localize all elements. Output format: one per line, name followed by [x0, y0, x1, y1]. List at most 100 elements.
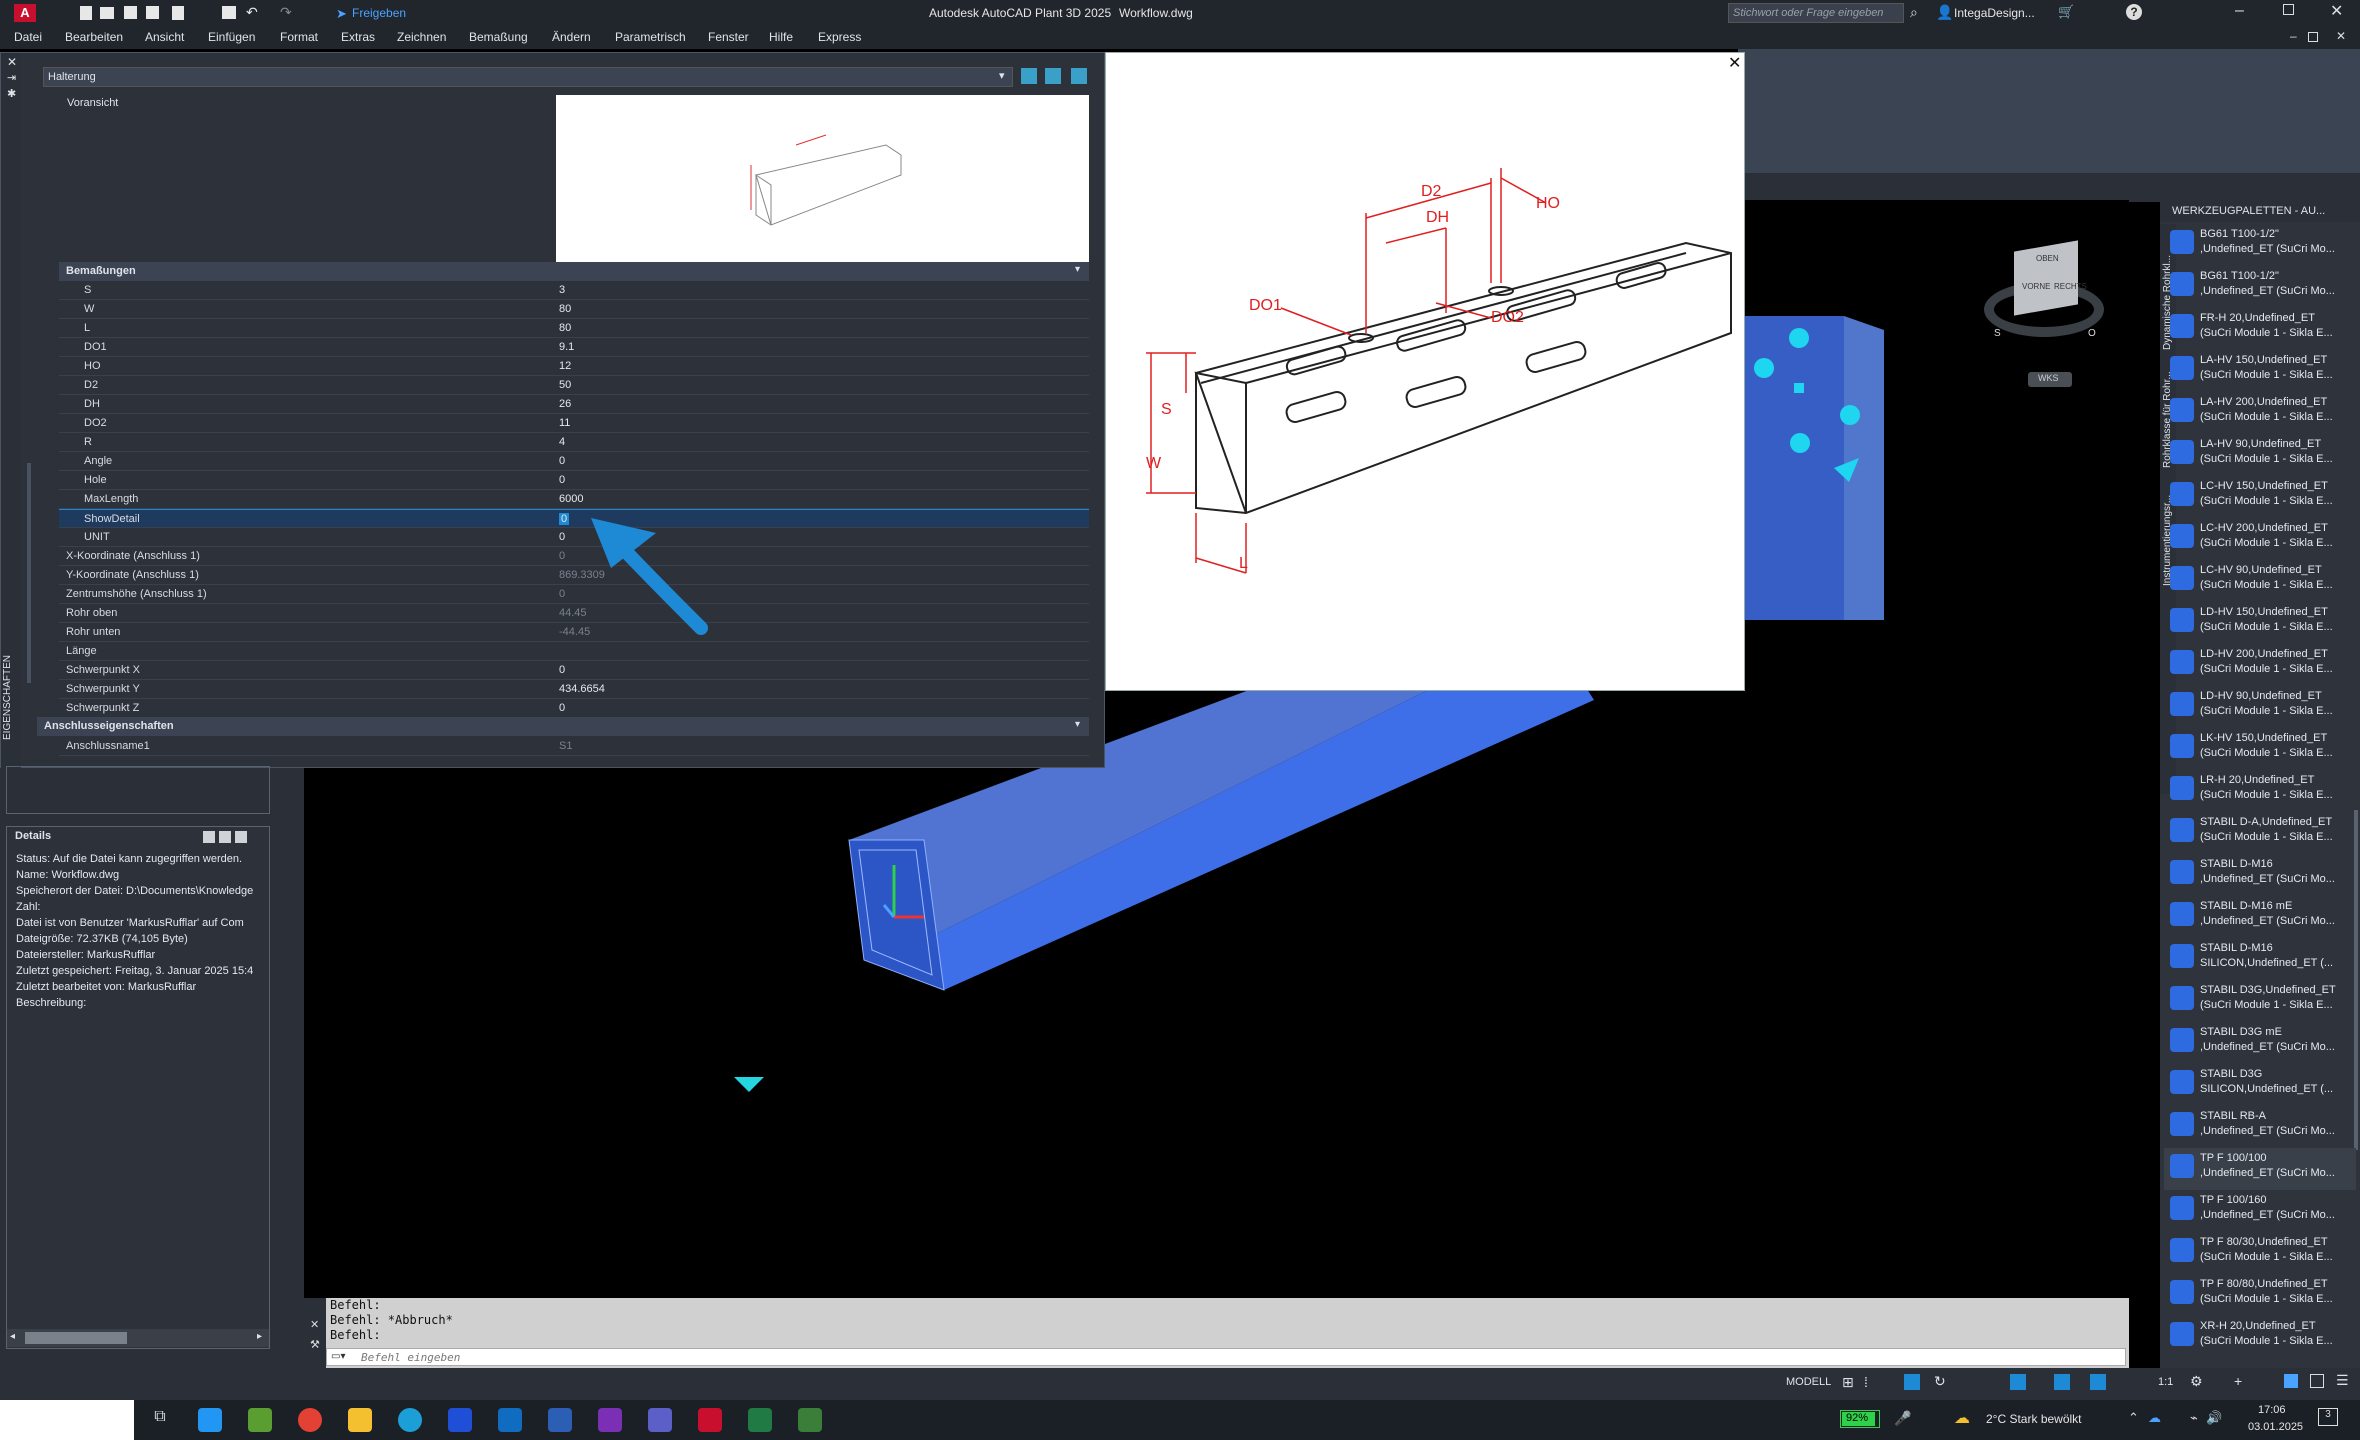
prop-value[interactable]: 9.1: [559, 341, 574, 353]
maximize-icon[interactable]: [2283, 4, 2294, 15]
palette-item[interactable]: STABIL RB-A ,Undefined_ET (SuCri Mo...: [2164, 1106, 2356, 1148]
app-logo[interactable]: A: [14, 4, 36, 22]
open-file-icon[interactable]: [100, 7, 114, 19]
palette-item[interactable]: FR-H 20,Undefined_ET (SuCri Module 1 - Si…: [2164, 308, 2356, 350]
prop-row-ho[interactable]: HO 12: [59, 357, 1089, 376]
object-selector[interactable]: Halterung ▾: [43, 67, 1013, 87]
prop-value[interactable]: 0: [559, 664, 565, 676]
taskbar-search-box[interactable]: [0, 1400, 134, 1440]
scroll-left-icon[interactable]: ◂: [10, 1331, 15, 1342]
palette-item[interactable]: LA-HV 200,Undefined_ET (SuCri Module 1 - …: [2164, 392, 2356, 434]
model-space-button[interactable]: MODELL: [1786, 1376, 1831, 1388]
tray-chevron-icon[interactable]: ⌃: [2128, 1410, 2139, 1426]
share-icon[interactable]: ➤: [336, 6, 347, 22]
prop-value[interactable]: 0: [559, 702, 565, 714]
snap-icon[interactable]: ⁞: [1864, 1374, 1868, 1390]
prop-value[interactable]: 0: [559, 455, 565, 467]
lineweight-icon[interactable]: [2054, 1374, 2070, 1390]
prop-value[interactable]: 434.6654: [559, 683, 605, 695]
palette-item[interactable]: TP F 100/100 ,Undefined_ET (SuCri Mo...: [2164, 1148, 2356, 1190]
explorer-icon[interactable]: [348, 1408, 372, 1432]
select-objects-icon[interactable]: [1045, 68, 1061, 84]
teams-icon[interactable]: [648, 1408, 672, 1432]
prop-row-showdetail[interactable]: ShowDetail 0: [59, 509, 1089, 528]
menu-express[interactable]: Express: [818, 30, 861, 44]
cmd-input-icon[interactable]: ▭▾: [331, 1351, 345, 1362]
cmd-customize-icon[interactable]: ⚒: [310, 1338, 320, 1351]
prop-row-unit[interactable]: UNIT 0: [59, 528, 1089, 547]
panel-pin-icon[interactable]: ⇥: [7, 71, 16, 84]
prop-row-do2[interactable]: DO2 11: [59, 414, 1089, 433]
app-green-icon[interactable]: [248, 1408, 272, 1432]
details-scrollbar[interactable]: ◂ ▸: [7, 1329, 269, 1347]
palette-item[interactable]: STABIL D-M16 ,Undefined_ET (SuCri Mo...: [2164, 854, 2356, 896]
workspace-gear-icon[interactable]: ⚙: [2190, 1373, 2203, 1390]
user-icon[interactable]: 👤: [1936, 4, 1953, 21]
properties-scrollbar[interactable]: [27, 463, 31, 683]
prop-row-hole[interactable]: Hole 0: [59, 471, 1089, 490]
polar-icon[interactable]: ↻: [1934, 1373, 1946, 1390]
prop-value[interactable]: 80: [559, 322, 571, 334]
menu-zeichnen[interactable]: Zeichnen: [397, 30, 446, 44]
palette-item[interactable]: XR-H 20,Undefined_ET (SuCri Module 1 - Si…: [2164, 1316, 2356, 1358]
prop-value[interactable]: 6000: [559, 493, 583, 505]
prop-value[interactable]: S1: [559, 740, 572, 752]
palette-item[interactable]: TP F 80/30,Undefined_ET (SuCri Module 1 -…: [2164, 1232, 2356, 1274]
close-icon[interactable]: ✕: [1728, 53, 1741, 73]
annotation-scale[interactable]: 1:1: [2158, 1376, 2173, 1388]
prop-row-s[interactable]: S3: [59, 281, 1089, 300]
redo-icon[interactable]: ↷: [280, 5, 296, 20]
edge-icon[interactable]: [398, 1408, 422, 1432]
menu-aendern[interactable]: Ändern: [552, 30, 591, 44]
prop-row-angle[interactable]: Angle 0: [59, 452, 1089, 471]
viewcube-south[interactable]: S: [1994, 328, 2001, 339]
palette-item[interactable]: LA-HV 150,Undefined_ET (SuCri Module 1 - …: [2164, 350, 2356, 392]
project-icon[interactable]: [798, 1408, 822, 1432]
word-icon[interactable]: [548, 1408, 572, 1432]
palette-item[interactable]: STABIL D-M16 SILICON,Undefined_ET (...: [2164, 938, 2356, 980]
scroll-right-icon[interactable]: ▸: [257, 1331, 262, 1342]
prop-row-general[interactable]: X-Koordinate (Anschluss 1) 0: [59, 547, 1089, 566]
prop-value[interactable]: 4: [559, 436, 565, 448]
palette-item[interactable]: LD-HV 150,Undefined_ET (SuCri Module 1 - …: [2164, 602, 2356, 644]
store-icon[interactable]: [198, 1408, 222, 1432]
viewcube-front[interactable]: VORNE: [2022, 282, 2050, 291]
menu-parametrisch[interactable]: Parametrisch: [615, 30, 686, 44]
prop-row-l[interactable]: L 80: [59, 319, 1089, 338]
menu-bemassung[interactable]: Bemaßung: [469, 30, 528, 44]
menu-einfuegen[interactable]: Einfügen: [208, 30, 255, 44]
properties-side-tab[interactable]: EIGENSCHAFTEN: [0, 650, 20, 750]
toggle-pickadd-icon[interactable]: [1071, 68, 1087, 84]
prop-value[interactable]: 12: [559, 360, 571, 372]
clock-date[interactable]: 03.01.2025: [2248, 1421, 2303, 1433]
palette-item[interactable]: BG61 T100-1/2" ,Undefined_ET (SuCri Mo...: [2164, 224, 2356, 266]
print-icon[interactable]: [222, 6, 236, 19]
weather-icon[interactable]: ☁: [1954, 1408, 1970, 1428]
help-icon[interactable]: ?: [2126, 4, 2142, 20]
new-file-icon[interactable]: [80, 6, 92, 20]
share-button[interactable]: Freigeben: [352, 6, 406, 20]
search-icon[interactable]: ⌕: [1910, 4, 1918, 21]
doc-restore-icon[interactable]: [2308, 32, 2318, 42]
palette-item[interactable]: LC-HV 150,Undefined_ET (SuCri Module 1 - …: [2164, 476, 2356, 518]
prop-value[interactable]: 0: [559, 513, 570, 525]
palette-item[interactable]: STABIL D-A,Undefined_ET (SuCri Module 1 -…: [2164, 812, 2356, 854]
prop-row-general[interactable]: Schwerpunkt Y 434.6654: [59, 680, 1089, 699]
palette-item[interactable]: LK-HV 150,Undefined_ET (SuCri Module 1 - …: [2164, 728, 2356, 770]
search-input[interactable]: Stichwort oder Frage eingeben: [1728, 3, 1904, 23]
palette-item[interactable]: LA-HV 90,Undefined_ET (SuCri Module 1 - S…: [2164, 434, 2356, 476]
annotation-visibility-icon[interactable]: [2090, 1374, 2106, 1390]
palette-item[interactable]: TP F 80/80,Undefined_ET (SuCri Module 1 -…: [2164, 1274, 2356, 1316]
volume-icon[interactable]: 🔊: [2206, 1410, 2222, 1426]
prop-row-general[interactable]: Zentrumshöhe (Anschluss 1) 0: [59, 585, 1089, 604]
network-icon[interactable]: ⌁: [2190, 1410, 2198, 1426]
battery-indicator[interactable]: 92%: [1840, 1410, 1880, 1428]
weather-text[interactable]: 2°C Stark bewölkt: [1986, 1412, 2082, 1426]
prop-row-r[interactable]: R4: [59, 433, 1089, 452]
doc-minimize-icon[interactable]: –: [2290, 29, 2297, 43]
ortho-icon[interactable]: [1904, 1374, 1920, 1390]
prop-value[interactable]: 0: [559, 550, 565, 562]
palette-item[interactable]: LC-HV 90,Undefined_ET (SuCri Module 1 - S…: [2164, 560, 2356, 602]
prop-row-maxlength[interactable]: MaxLength 6000: [59, 490, 1089, 509]
publish-icon[interactable]: [172, 6, 184, 20]
